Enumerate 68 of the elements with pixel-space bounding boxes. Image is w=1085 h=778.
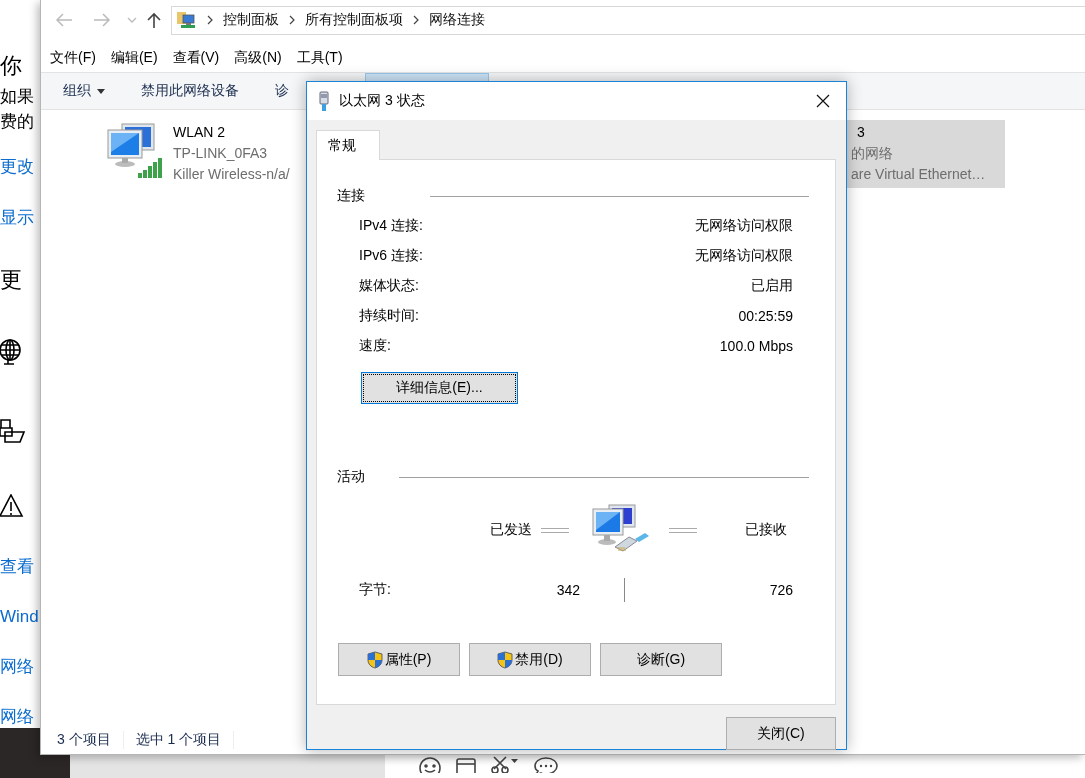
bytes-sent-value: 342: [555, 582, 580, 598]
wireless-network-icon: [106, 122, 164, 180]
up-arrow-icon[interactable]: [147, 12, 161, 28]
menu-item[interactable]: 文件(F): [50, 49, 96, 67]
connection-name: WLAN 2: [173, 123, 227, 142]
breadcrumb-item[interactable]: 网络连接: [429, 11, 485, 29]
chat-bubble-icon[interactable]: [533, 755, 559, 773]
smiley-icon[interactable]: [418, 755, 442, 773]
menu-item[interactable]: 工具(T): [296, 49, 343, 67]
breadcrumb-item[interactable]: 所有控制面板项: [305, 11, 403, 29]
received-label: 已接收: [745, 521, 787, 539]
chevron-icon[interactable]: [207, 15, 213, 25]
bytes-received-value: 726: [768, 582, 793, 598]
action-button[interactable]: 属性(P): [338, 643, 460, 676]
status-text: 3 个项目: [57, 731, 124, 749]
group-heading: 活动: [337, 468, 365, 486]
field-value: 无网络访问权限: [695, 247, 793, 265]
group-heading: 连接: [337, 187, 365, 205]
description-text: 费的: [0, 111, 35, 133]
toolbar-button[interactable]: 禁用此网络设备: [131, 73, 249, 109]
adapter-name: are Virtual Ethernet…: [851, 165, 986, 184]
action-button[interactable]: 禁用(D): [469, 643, 591, 676]
settings-link[interactable]: 网络: [0, 706, 40, 728]
close-icon: [816, 94, 830, 108]
menu-item[interactable]: 查看(V): [172, 49, 220, 67]
globe-monitor-icon: [0, 338, 22, 368]
field-value: 100.0 Mbps: [719, 338, 793, 354]
toolbar-button[interactable]: 组织: [53, 73, 115, 109]
warning-icon: [0, 494, 24, 518]
network-name: 的网络: [851, 144, 894, 163]
control-panel-icon: [177, 11, 197, 29]
field-value: 00:25:59: [738, 308, 793, 324]
menu-item[interactable]: 编辑(E): [110, 49, 158, 67]
screenshot-icon[interactable]: [455, 755, 477, 773]
adapter-name: Killer Wireless-n/a/: [173, 165, 290, 184]
dialog-title: 以太网 3 状态: [339, 92, 425, 110]
page-heading: 更: [0, 267, 23, 293]
close-dialog-button[interactable]: 关闭(C): [726, 717, 836, 750]
toolbar-button[interactable]: 诊: [265, 73, 299, 109]
status-text: 选中 1 个项目: [135, 731, 235, 749]
settings-link[interactable]: Wind: [0, 606, 40, 628]
ethernet-plug-icon: [318, 91, 330, 111]
action-button[interactable]: 诊断(G): [600, 643, 722, 676]
sent-label: 已发送: [490, 521, 532, 539]
scissors-icon[interactable]: [490, 755, 520, 773]
details-button[interactable]: 详细信息(E)...: [361, 372, 518, 404]
chevron-icon[interactable]: [413, 15, 419, 25]
chevron-icon[interactable]: [289, 15, 295, 25]
field-value: 无网络访问权限: [695, 217, 793, 235]
field-label: 媒体状态:: [359, 277, 419, 295]
field-label: IPv6 连接:: [359, 247, 423, 265]
menu-item[interactable]: 高级(N): [234, 49, 282, 67]
field-label: IPv4 连接:: [359, 217, 423, 235]
settings-link[interactable]: 显示: [0, 207, 40, 229]
address-bar[interactable]: 控制面板 所有控制面板项 网络连接: [171, 5, 1085, 35]
field-label: 速度:: [359, 337, 391, 355]
field-value: 已启用: [751, 277, 793, 295]
field-label: 持续时间:: [359, 307, 419, 325]
tab[interactable]: 常规: [316, 130, 380, 160]
network-name: TP-LINK_0FA3: [173, 144, 269, 163]
page-heading: 你: [0, 53, 23, 79]
bytes-label: 字节:: [359, 581, 392, 599]
breadcrumb-item[interactable]: 控制面板: [223, 11, 279, 29]
description-text: 如果: [0, 86, 35, 108]
connection-name: 3: [856, 123, 866, 142]
settings-link[interactable]: 查看: [0, 556, 40, 578]
settings-link[interactable]: 更改: [0, 156, 40, 178]
settings-link[interactable]: 网络: [0, 656, 40, 678]
